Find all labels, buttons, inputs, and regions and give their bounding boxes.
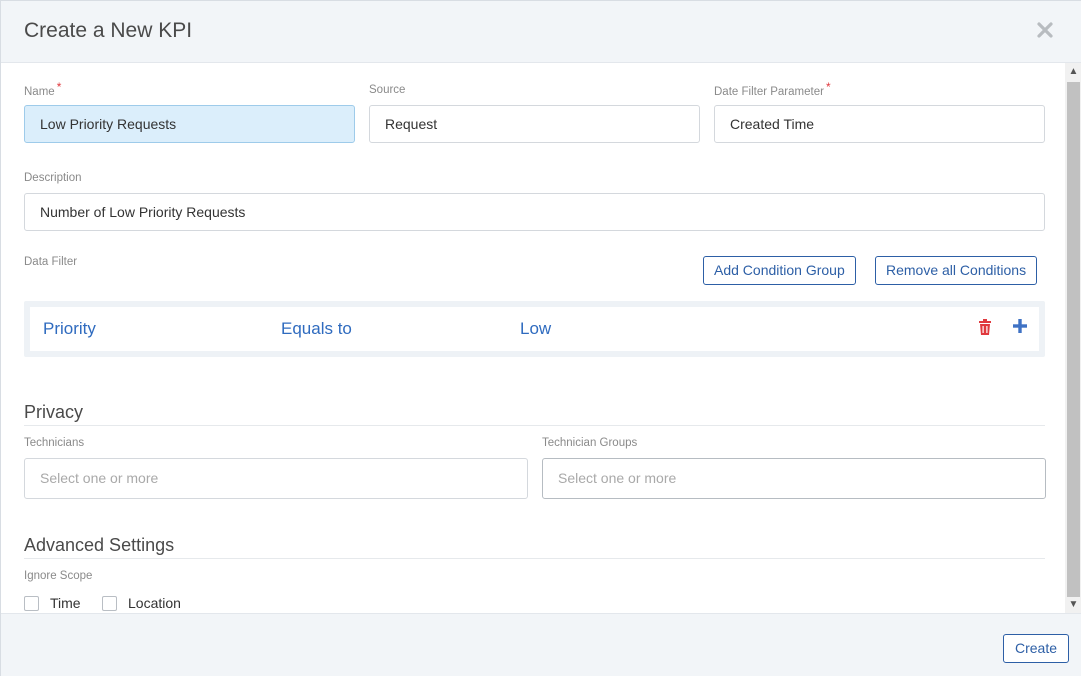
technicians-label: Technicians <box>24 437 85 449</box>
condition-row: Priority Equals to Low <box>30 307 1039 351</box>
modal-footer: Create <box>1 613 1081 676</box>
close-icon[interactable] <box>1036 21 1056 41</box>
ignore-scope-label: Ignore Scope <box>24 570 93 582</box>
create-button[interactable]: Create <box>1003 634 1069 663</box>
privacy-title: Privacy <box>24 402 84 422</box>
time-checkbox[interactable] <box>24 596 39 611</box>
technician-groups-label: Technician Groups <box>542 437 638 449</box>
divider <box>24 558 1045 559</box>
modal-header: Create a New KPI <box>1 1 1081 63</box>
scroll-up-arrow-icon[interactable]: ▲ <box>1065 63 1081 80</box>
description-input[interactable]: Number of Low Priority Requests <box>24 193 1045 231</box>
plus-icon[interactable] <box>1012 318 1028 334</box>
add-condition-group-button[interactable]: Add Condition Group <box>703 256 856 285</box>
time-checkbox-label[interactable]: Time <box>50 595 81 611</box>
modal-title: Create a New KPI <box>24 19 193 42</box>
condition-field[interactable]: Priority <box>43 319 96 339</box>
source-select[interactable]: Request <box>369 105 700 143</box>
location-checkbox[interactable] <box>102 596 117 611</box>
condition-value[interactable]: Low <box>520 319 551 339</box>
source-label: Source <box>369 84 406 96</box>
modal-body: Name * Low Priority Requests Source Reque… <box>1 63 1065 613</box>
scroll-thumb[interactable] <box>1067 82 1080 597</box>
remove-all-conditions-button[interactable]: Remove all Conditions <box>875 256 1038 285</box>
name-input[interactable]: Low Priority Requests <box>24 105 355 143</box>
vertical-scrollbar[interactable]: ▲ ▼ <box>1065 63 1081 613</box>
advanced-settings-title: Advanced Settings <box>24 535 175 555</box>
create-kpi-modal: Create a New KPI Name * Low Priority Requ… <box>0 0 1081 676</box>
data-filter-label: Data Filter <box>24 256 78 268</box>
technicians-select[interactable]: Select one or more <box>24 458 528 499</box>
scroll-down-arrow-icon[interactable]: ▼ <box>1065 596 1081 613</box>
required-mark: * <box>56 80 62 94</box>
date-filter-select[interactable]: Created Time <box>714 105 1045 143</box>
divider <box>24 425 1045 426</box>
name-label: Name * <box>24 80 62 98</box>
date-filter-label: Date Filter Parameter * <box>714 80 831 98</box>
description-label: Description <box>24 172 82 184</box>
condition-group: Priority Equals to Low <box>24 301 1045 357</box>
trash-icon[interactable] <box>978 319 992 335</box>
location-checkbox-label[interactable]: Location <box>128 595 181 611</box>
condition-operator[interactable]: Equals to <box>281 319 352 339</box>
technician-groups-select[interactable]: Select one or more <box>542 458 1046 499</box>
required-mark: * <box>825 80 831 94</box>
